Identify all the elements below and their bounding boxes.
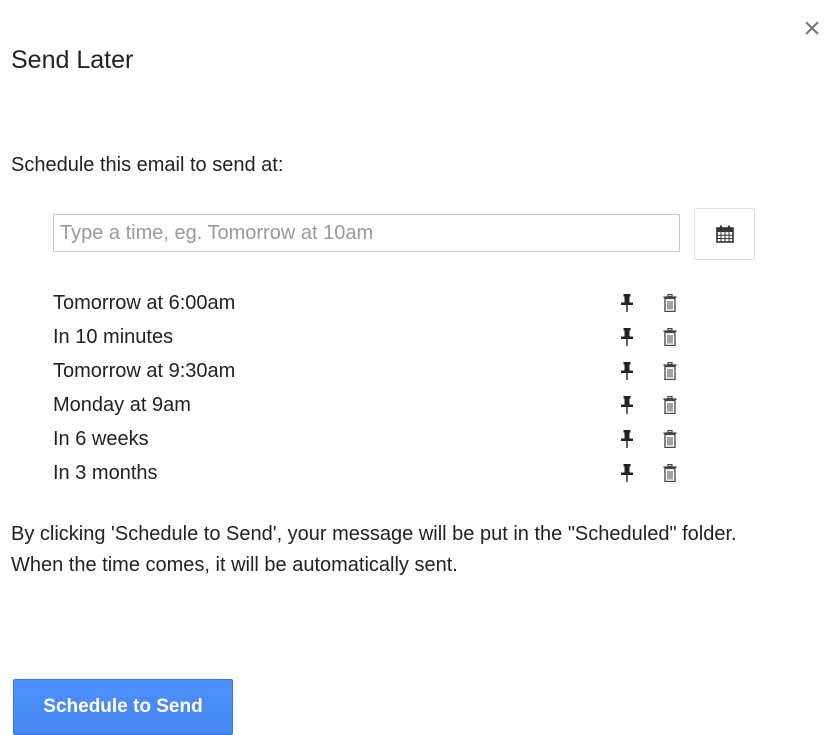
pin-button[interactable] (619, 428, 635, 450)
delete-button[interactable] (662, 428, 678, 450)
pin-button[interactable] (619, 462, 635, 484)
trash-icon (663, 396, 677, 414)
delete-button[interactable] (662, 360, 678, 382)
trash-icon (663, 362, 677, 380)
preset-item: In 10 minutes (53, 320, 693, 354)
pin-button[interactable] (619, 292, 635, 314)
calendar-icon (715, 225, 734, 243)
preset-label[interactable]: Tomorrow at 6:00am (53, 292, 235, 315)
preset-item: Monday at 9am (53, 388, 693, 422)
pin-button[interactable] (619, 360, 635, 382)
time-input[interactable] (53, 214, 680, 252)
trash-icon (663, 294, 677, 312)
pin-icon (621, 430, 633, 448)
send-later-dialog: × Send Later Schedule this email to send… (0, 0, 826, 735)
preset-label[interactable]: In 6 weeks (53, 428, 149, 451)
preset-item: In 3 months (53, 456, 693, 490)
info-text: By clicking 'Schedule to Send', your mes… (11, 523, 737, 576)
delete-button[interactable] (662, 462, 678, 484)
pin-icon (621, 396, 633, 414)
pin-icon (621, 294, 633, 312)
pin-icon (621, 328, 633, 346)
schedule-to-send-button[interactable]: Schedule to Send (13, 679, 233, 735)
preset-label[interactable]: In 3 months (53, 462, 158, 485)
preset-label[interactable]: In 10 minutes (53, 326, 173, 349)
close-button[interactable]: × (797, 14, 826, 44)
pin-icon (621, 464, 633, 482)
preset-label[interactable]: Monday at 9am (53, 394, 191, 417)
preset-item: Tomorrow at 6:00am (53, 286, 693, 320)
delete-button[interactable] (662, 326, 678, 348)
dialog-title: Send Later (11, 46, 134, 74)
trash-icon (663, 430, 677, 448)
preset-item: In 6 weeks (53, 422, 693, 456)
trash-icon (663, 464, 677, 482)
pin-icon (621, 362, 633, 380)
delete-button[interactable] (662, 292, 678, 314)
preset-label[interactable]: Tomorrow at 9:30am (53, 360, 235, 383)
preset-item: Tomorrow at 9:30am (53, 354, 693, 388)
preset-list: Tomorrow at 6:00am In 10 minutes Tomorro… (53, 286, 693, 490)
trash-icon (663, 328, 677, 346)
schedule-prompt: Schedule this email to send at: (11, 154, 284, 176)
pin-button[interactable] (619, 394, 635, 416)
delete-button[interactable] (662, 394, 678, 416)
pin-button[interactable] (619, 326, 635, 348)
close-icon: × (803, 12, 821, 45)
calendar-button[interactable] (694, 208, 755, 260)
